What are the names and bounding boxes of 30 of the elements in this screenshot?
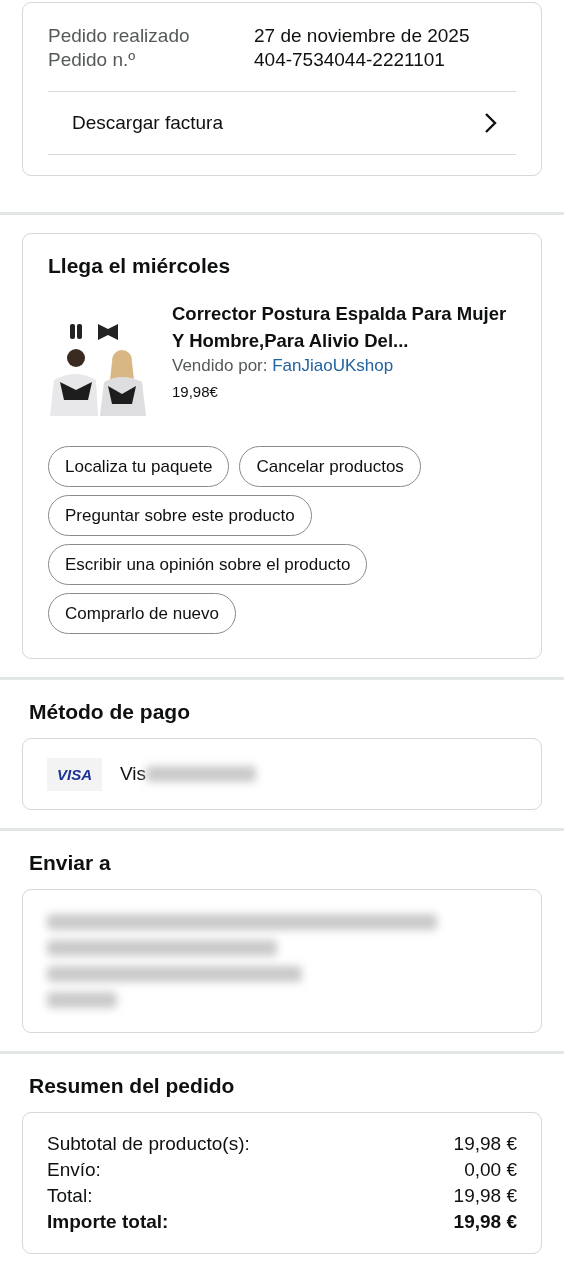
summary-value: 19,98 € xyxy=(453,1184,517,1208)
action-button[interactable]: Localiza tu paquete xyxy=(48,446,230,487)
summary-label: Importe total: xyxy=(47,1210,169,1234)
seller-link[interactable]: FanJiaoUKshop xyxy=(272,356,394,375)
info-value: 404-7534044-2221101 xyxy=(254,49,446,71)
info-label: Pedido realizado xyxy=(48,25,191,47)
product-price: 19,98€ xyxy=(172,383,219,400)
info-value: 27 de noviembre de 2025 xyxy=(254,25,471,47)
action-button[interactable]: Escribir una opinión sobre el producto xyxy=(48,544,368,585)
summary-label: Envío: xyxy=(47,1158,101,1182)
info-label: Pedido n.º xyxy=(48,49,137,71)
delivery-title: Llega el miércoles xyxy=(48,254,232,278)
payment-title: Método de pago xyxy=(29,700,191,724)
visa-logo: VISA xyxy=(47,757,102,791)
download-invoice-link[interactable]: Descargar factura xyxy=(48,92,516,154)
blurred-text xyxy=(47,992,117,1008)
action-button[interactable]: Cancelar productos xyxy=(239,446,421,487)
shipping-title: Enviar a xyxy=(29,851,112,875)
product-title-link[interactable]: Corrector Postura Espalda Para Mujer Y Hombre,Para Alivio Del... xyxy=(172,300,507,354)
seller-label: Vendido por: xyxy=(172,356,268,375)
card-text: Vis xyxy=(120,763,147,785)
summary-title: Resumen del pedido xyxy=(29,1074,236,1098)
action-button[interactable]: Comprarlo de nuevo xyxy=(48,593,237,634)
summary-label: Subtotal de producto(s): xyxy=(47,1132,250,1156)
chevron-right-icon xyxy=(484,112,498,134)
action-button[interactable]: Preguntar sobre este producto xyxy=(48,495,312,536)
summary-value: 0,00 € xyxy=(464,1158,517,1182)
summary-value: 19,98 € xyxy=(453,1210,517,1234)
summary-label: Total: xyxy=(47,1184,93,1208)
summary-value: 19,98 € xyxy=(453,1132,517,1156)
